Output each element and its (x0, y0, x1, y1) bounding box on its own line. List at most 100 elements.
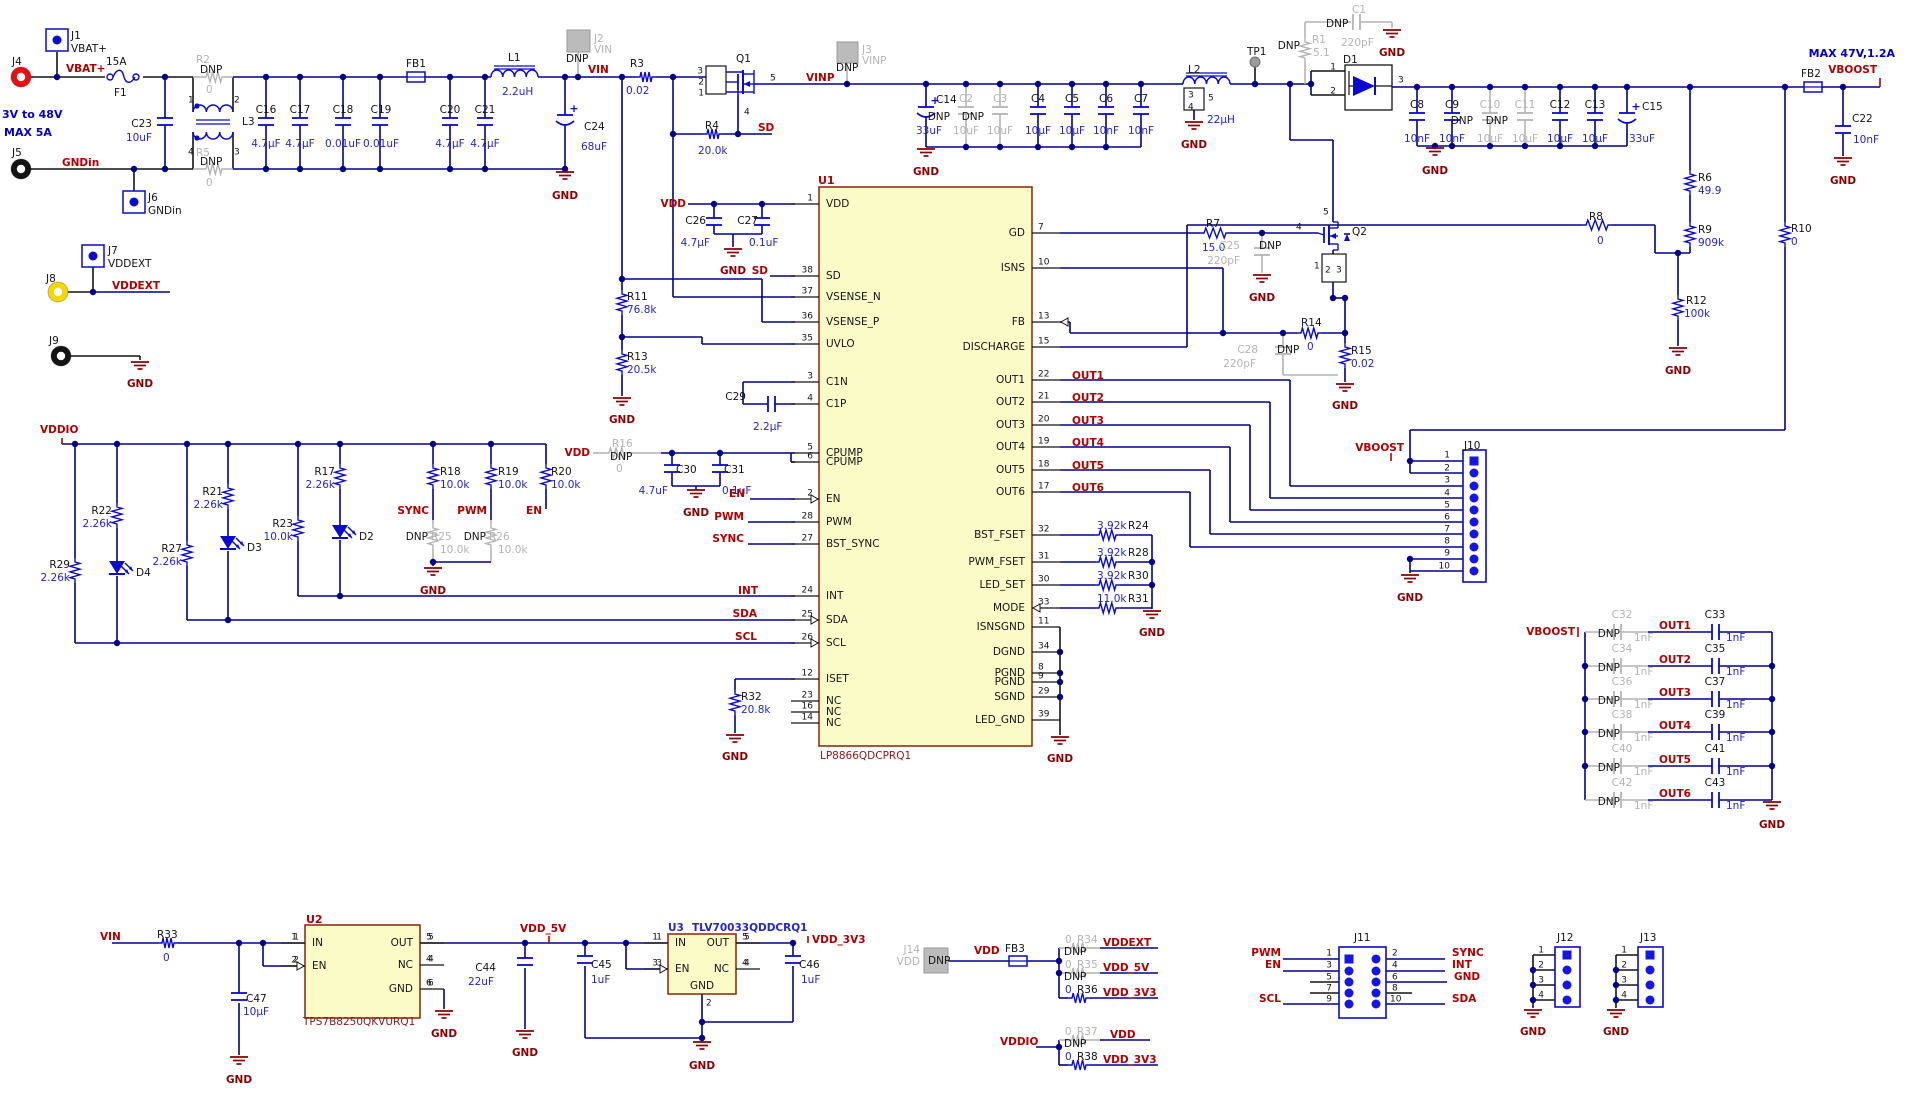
pin-number-5: 5 (428, 933, 434, 943)
label-10.0k: 10.0k (551, 479, 581, 491)
pin-number-5: 5 (1326, 973, 1332, 983)
pin-number-7: 7 (1444, 525, 1450, 535)
gnd-label-gnd: GND (1379, 47, 1405, 59)
label-vinp: VINP (862, 55, 886, 67)
input-arrow (811, 495, 818, 503)
net-label-sync: SYNC (397, 505, 429, 517)
net-label-pwm: PWM (714, 511, 744, 523)
label-fb3: FB3 (1005, 943, 1025, 955)
label-d1: D1 (1343, 54, 1358, 66)
pin-name-EN: EN (312, 960, 327, 972)
label-c26: C26 (685, 215, 706, 227)
label-c33: C33 (1705, 609, 1726, 621)
pin-number-1: 1 (291, 933, 297, 943)
label-0: 0 (1791, 236, 1798, 248)
connector-pad-square (1563, 951, 1572, 960)
junction-dot (670, 74, 676, 80)
label-r25: R25 (431, 531, 452, 543)
label-10uf: 10uF (953, 125, 979, 137)
connector-pad (1470, 530, 1479, 539)
label-u3: U3 (668, 922, 684, 934)
net-label-sda: SDA (1452, 993, 1477, 1005)
connector-pad (1345, 967, 1354, 976)
label-j10: J10 (1463, 440, 1480, 452)
pin-name-FB: FB (1012, 316, 1025, 328)
choke-dot (194, 103, 199, 108)
label-c22: C22 (1852, 113, 1873, 125)
pin-name-CPUMP: CPUMP (826, 456, 863, 468)
pin-number-4: 4 (1444, 489, 1450, 499)
label-dnp: DNP (1259, 240, 1281, 252)
label-49.9: 49.9 (1698, 185, 1721, 197)
net-label-vddio: VDDIO (40, 424, 78, 436)
junction-dot (963, 81, 969, 87)
label-j14: J14 (903, 944, 921, 956)
label-dnp: DNP (1278, 40, 1300, 52)
label-0: 0 (1065, 984, 1072, 996)
label-tps7b8250qkvurq1: TPS7B8250QKVURQ1 (302, 1016, 415, 1028)
polarized-capacitor-symbol (556, 121, 574, 125)
diode-symbol (1353, 76, 1375, 96)
net-label-vboost: VBOOST (1828, 64, 1878, 76)
label-c13: C13 (1585, 99, 1606, 111)
label-r18: R18 (440, 466, 461, 478)
mosfet-arrow (1330, 233, 1336, 239)
pin-name-PGND: PGND (995, 676, 1025, 688)
label-22µh: 22µH (1207, 114, 1235, 126)
label-c35: C35 (1705, 643, 1726, 655)
pin-number-1: 1 (1444, 451, 1450, 461)
net-label-vdd: VDD (1110, 1029, 1136, 1041)
label-c3: C3 (993, 93, 1007, 105)
pin-number-4: 4 (1188, 103, 1194, 113)
pin-number-3: 3 (1188, 91, 1194, 101)
net-label-scl: SCL (1259, 993, 1281, 1005)
label-r15: R15 (1351, 345, 1372, 357)
junction-dot (619, 74, 625, 80)
label-dnp: DNP (928, 955, 950, 967)
resistor-symbol (112, 503, 122, 528)
junction-dot (482, 74, 488, 80)
label-u2: U2 (306, 913, 323, 926)
pin-number-2: 2 (1621, 961, 1627, 971)
label-dnp: DNP (928, 111, 950, 123)
pin-name-EN: EN (675, 963, 690, 975)
junction-dot (963, 144, 969, 150)
pin-number-5: 5 (1208, 94, 1214, 104)
label-dnp: DNP (1451, 115, 1473, 127)
junction-dot (717, 450, 723, 456)
label-4.7µf: 4.7µF (470, 138, 499, 150)
label-c15: C15 (1642, 101, 1663, 113)
label-dnp: DNP (1277, 344, 1299, 356)
label-220pf: 220pF (1341, 37, 1374, 49)
label-c10: C10 (1480, 99, 1501, 111)
junction-dot (340, 74, 346, 80)
gnd-label-gnd: GND (226, 1074, 252, 1086)
label-dnp: DNP (200, 156, 222, 168)
label-dnp: DNP (1598, 662, 1620, 674)
label-r24: R24 (1128, 520, 1149, 532)
pin-name-NC: NC (714, 963, 729, 975)
pin-number-3: 3 (697, 67, 703, 77)
label-j13: J13 (1639, 932, 1656, 944)
net-label-vin: VIN (100, 931, 121, 943)
pin-name-PWM: PWM (826, 516, 852, 528)
label-10.0k: 10.0k (498, 544, 528, 556)
pin-number-3: 3 (1398, 76, 1404, 86)
net-label-out1: OUT1 (1072, 370, 1104, 382)
label-c4: C4 (1031, 93, 1045, 105)
label-0: 0 (1307, 341, 1314, 353)
net-label-pwm: PWM (457, 505, 487, 517)
label-1uf: 1uF (801, 974, 820, 986)
label-c31: C31 (724, 464, 745, 476)
label-u1: U1 (818, 174, 835, 187)
label-33uf: 33uF (916, 125, 942, 137)
pin-number: 16 (802, 702, 814, 712)
junction-dot (997, 81, 1003, 87)
resistor-symbol (1340, 343, 1350, 368)
net-label-vdd_5v: VDD_5V (1103, 962, 1150, 974)
pin-number-1: 1 (698, 89, 704, 99)
pin-number: 20 (1038, 415, 1050, 425)
pin-name-SD: SD (826, 270, 841, 282)
testpoint-symbol (1250, 57, 1260, 67)
net-label-vdd_3v3: VDD_3V3 (1103, 1054, 1157, 1066)
